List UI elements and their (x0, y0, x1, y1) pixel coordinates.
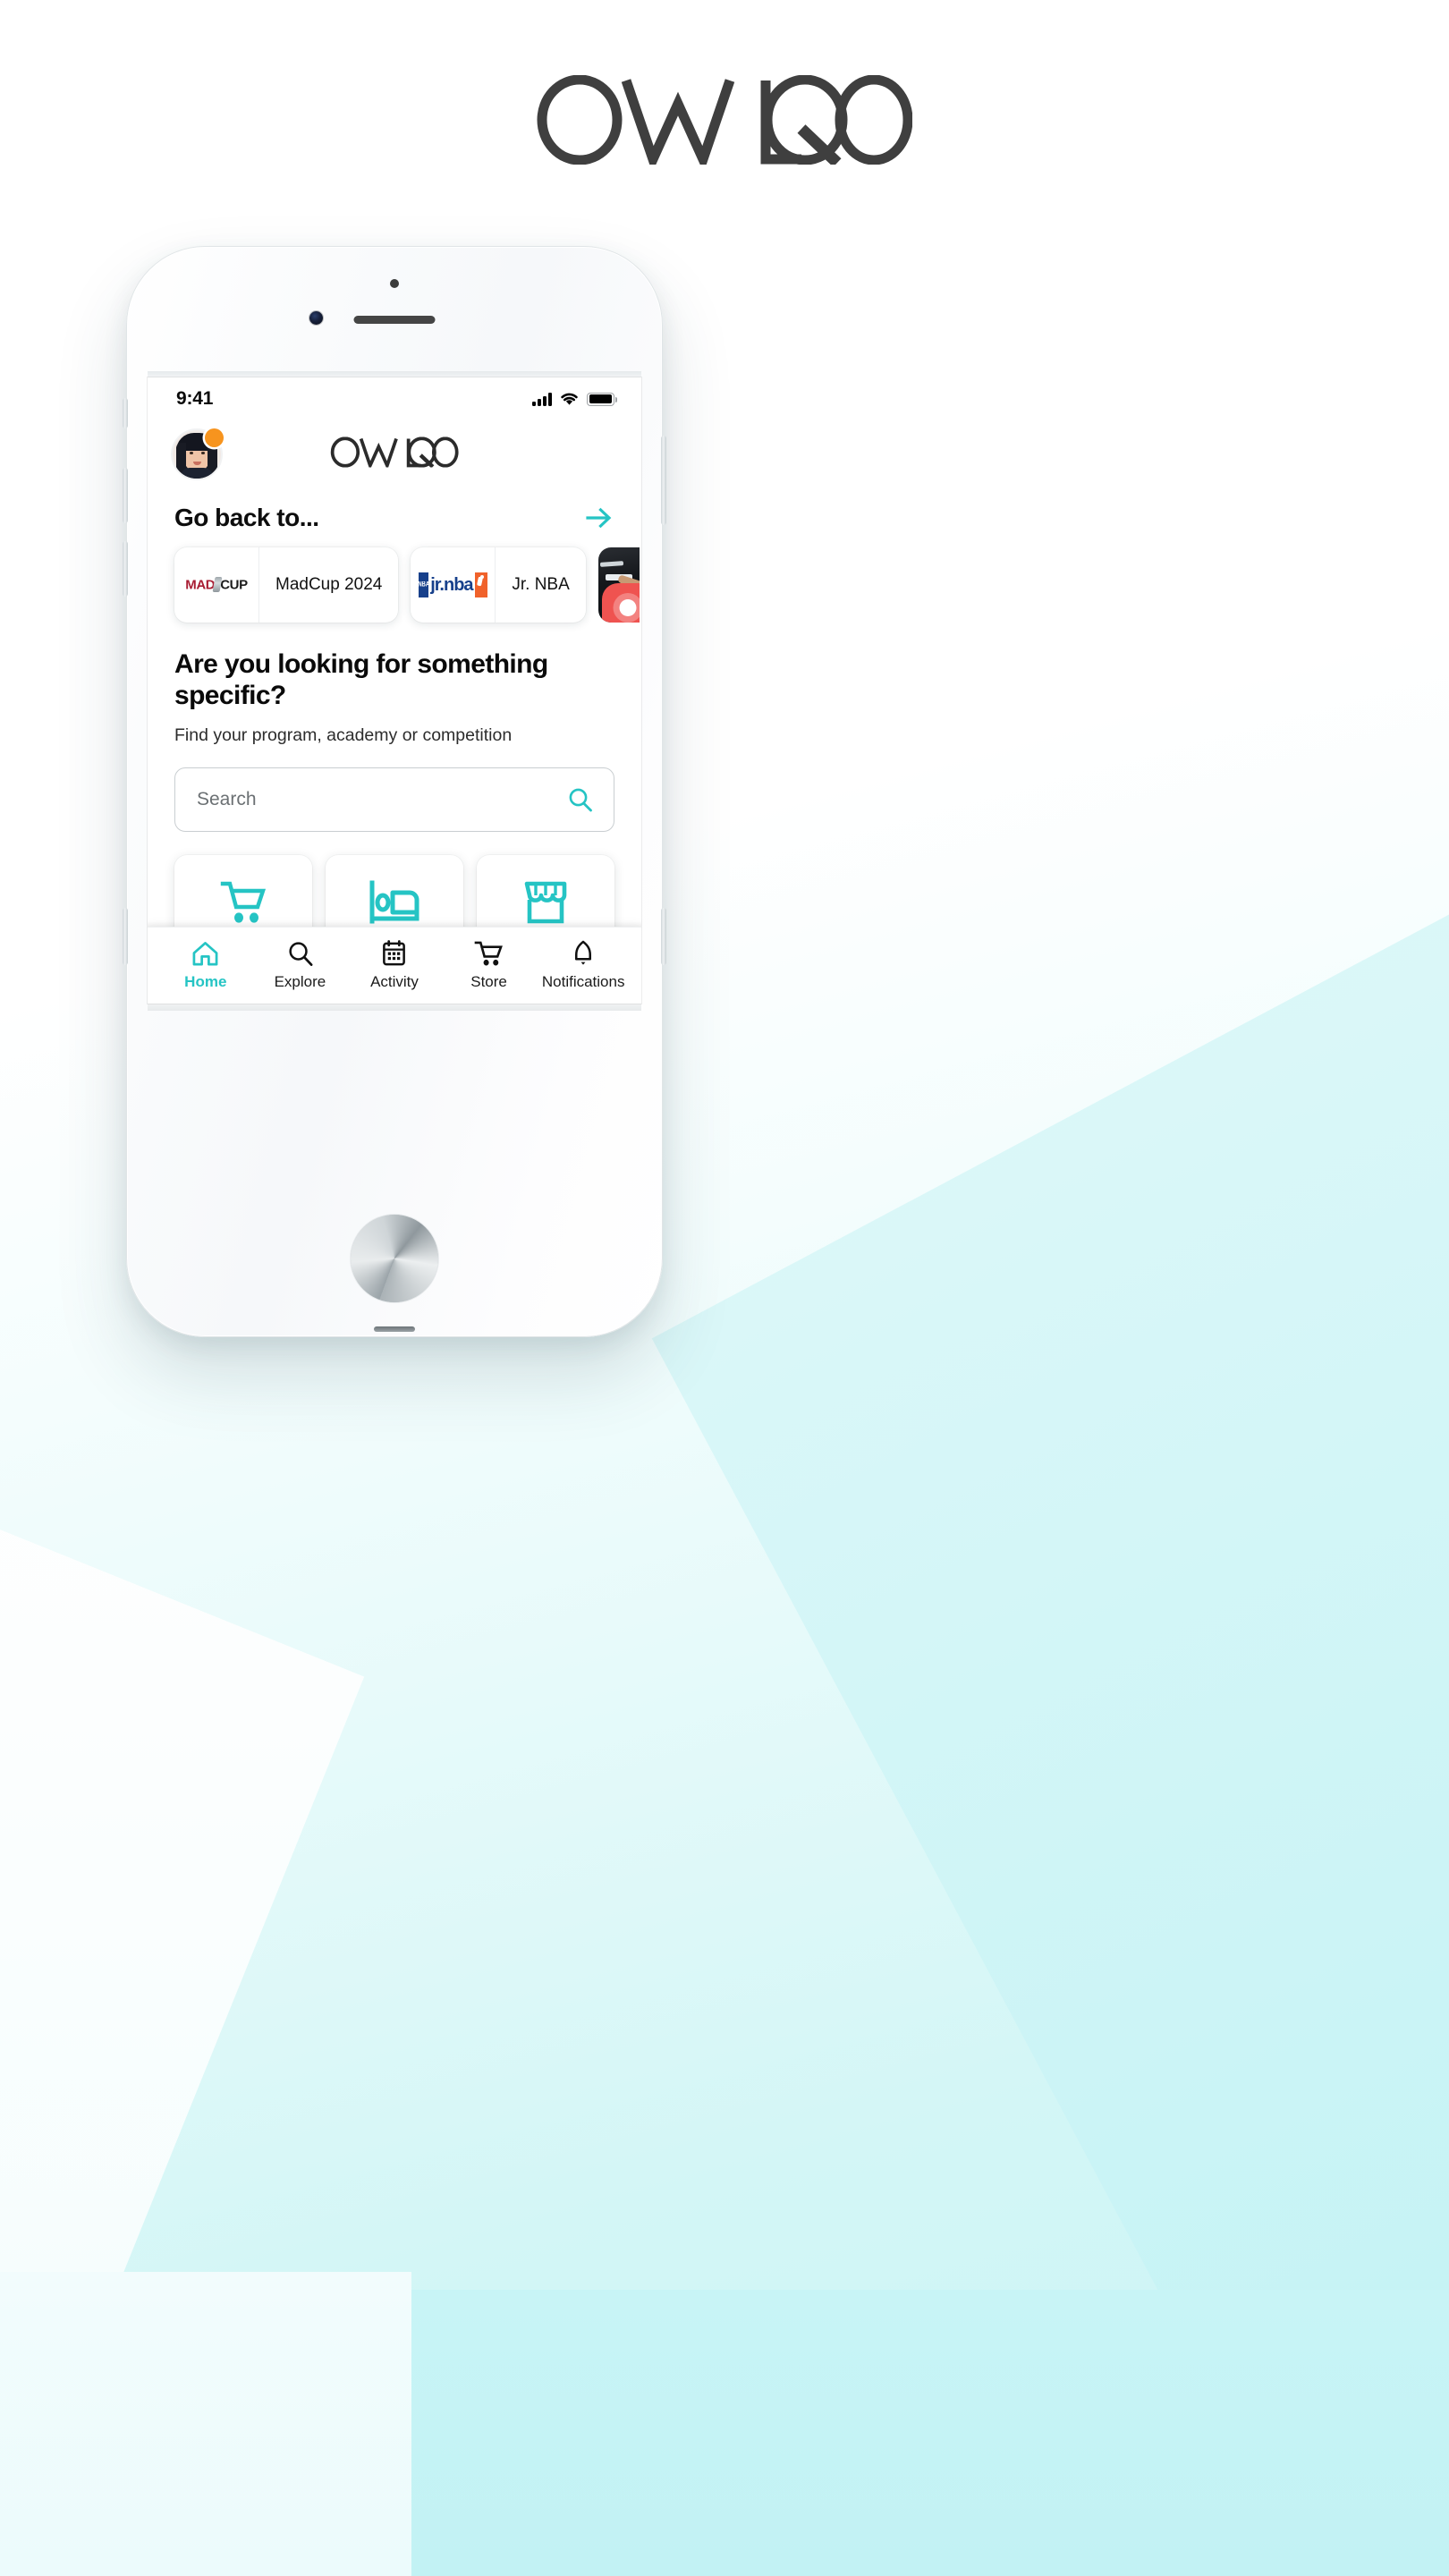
screen-bottom-bevel (148, 1004, 641, 1011)
search-heading: Are you looking for something specific? (174, 649, 548, 710)
go-back-title: Go back to... (174, 504, 319, 531)
wifi-icon (561, 393, 578, 405)
phone-mockup: 9:41 Go back to... MAD CUP MadCup 2024 N… (123, 246, 666, 1337)
nav-label: Store (470, 973, 507, 990)
nav-label: Notifications (541, 973, 625, 990)
jr-nba-logo: NBA jr.nba (411, 547, 496, 623)
proximity-sensor-icon (390, 279, 399, 288)
nav-item-store[interactable]: Store (442, 940, 537, 991)
nav-item-activity[interactable]: Activity (347, 940, 442, 991)
bed-icon (369, 880, 419, 923)
search-subheading: Find your program, academy or competitio… (174, 725, 513, 745)
phone-left-antenna (123, 908, 128, 965)
nav-label: Explore (274, 973, 326, 990)
home-button[interactable] (351, 1215, 438, 1302)
bottom-navigation: Home Explore Activity Store Notification… (148, 927, 641, 1004)
background-bottom-left-block (0, 2272, 411, 2576)
madcup-logo: MAD CUP (174, 547, 259, 623)
record-dot-icon (601, 583, 640, 623)
go-back-section-header: Go back to... (148, 488, 641, 546)
calendar-icon (383, 940, 406, 966)
shopping-cart-icon (474, 941, 503, 966)
go-back-card-row[interactable]: MAD CUP MadCup 2024 NBA jr.nba Jr. NBA (148, 546, 641, 623)
lightning-port (374, 1326, 415, 1332)
cellular-signal-icon (532, 392, 552, 406)
shopping-cart-icon (220, 881, 267, 923)
nav-item-notifications[interactable]: Notifications (536, 940, 631, 991)
earpiece-speaker (353, 316, 436, 324)
go-back-card-label: Jr. NBA (512, 575, 570, 594)
go-back-card-madcup[interactable]: MAD CUP MadCup 2024 (174, 547, 399, 623)
arrow-right-icon (586, 507, 612, 529)
volume-down-button (123, 541, 128, 597)
background-bottom-block (394, 2290, 1449, 2576)
go-back-card-live-thumbnail[interactable] (597, 547, 640, 623)
phone-screen: 9:41 Go back to... MAD CUP MadCup 2024 N… (148, 377, 641, 1004)
bell-icon (575, 940, 592, 965)
go-back-card-jrnba[interactable]: NBA jr.nba Jr. NBA (411, 547, 586, 623)
search-icon[interactable] (567, 786, 594, 813)
mute-switch (123, 398, 128, 428)
nav-label: Home (184, 973, 227, 990)
status-icons (532, 392, 617, 406)
battery-icon (587, 392, 617, 406)
volume-up-button (123, 468, 128, 523)
nav-item-home[interactable]: Home (158, 940, 253, 991)
avatar[interactable] (173, 428, 224, 479)
power-button (661, 436, 666, 525)
storefront-icon (524, 881, 567, 923)
search-section: Are you looking for something specific? … (148, 623, 641, 746)
app-header (148, 420, 641, 488)
go-back-card-label: MadCup 2024 (275, 575, 383, 594)
home-icon (192, 942, 218, 966)
front-camera-icon (309, 311, 323, 325)
notification-badge (205, 428, 224, 447)
nav-label: Activity (370, 973, 419, 990)
go-back-arrow-button[interactable] (584, 503, 614, 533)
brand-logo (0, 75, 1449, 169)
nav-item-explore[interactable]: Explore (253, 940, 348, 991)
search-input[interactable] (197, 789, 567, 810)
search-bar[interactable] (174, 767, 614, 832)
phone-right-antenna (661, 908, 666, 965)
search-icon (289, 942, 313, 966)
status-bar: 9:41 (148, 377, 641, 420)
status-time: 9:41 (176, 388, 214, 409)
